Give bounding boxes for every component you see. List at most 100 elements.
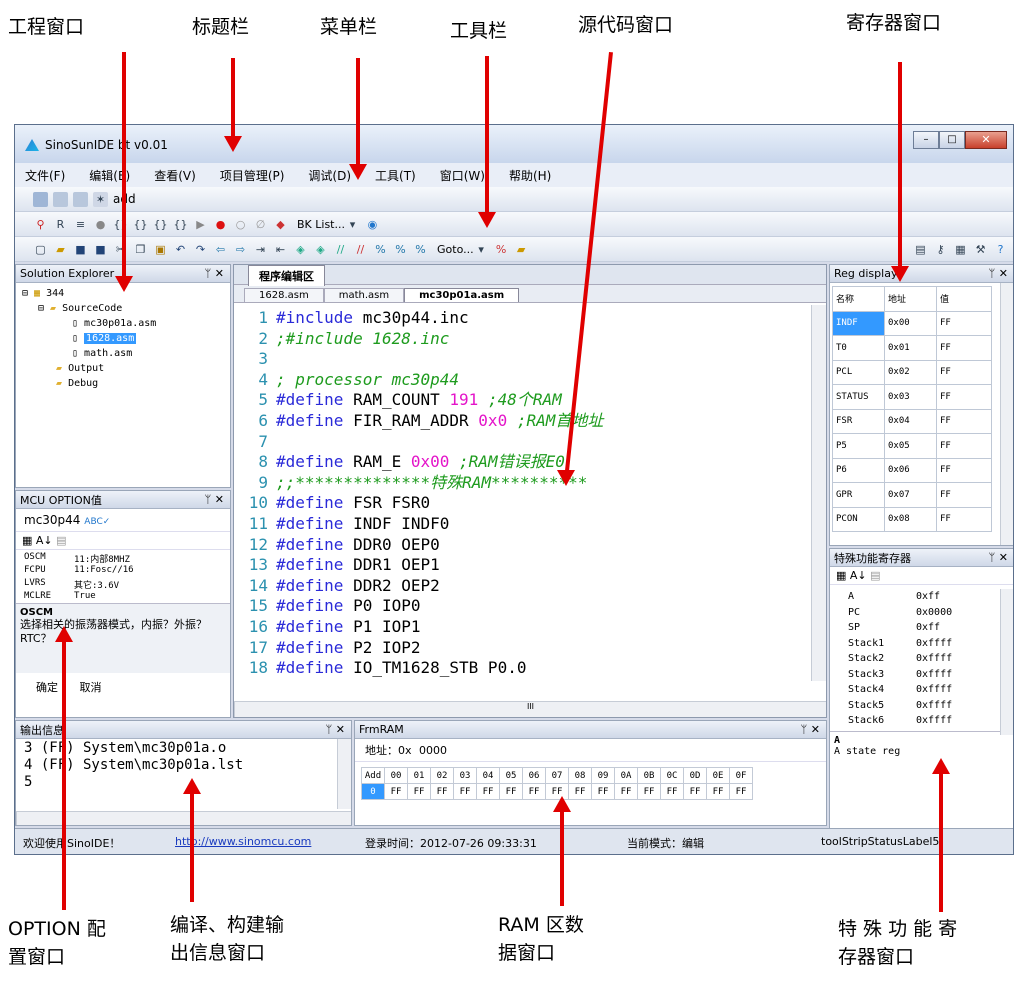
help-icon[interactable]: ? bbox=[993, 242, 1008, 257]
code-line[interactable]: 8 #define RAM_E 0x00 ;RAM错误报E0 bbox=[234, 452, 812, 473]
tree-item-mc30p01a[interactable]: ▯ mc30p01a.asm bbox=[22, 316, 224, 331]
step-out-icon[interactable]: {} bbox=[153, 217, 168, 232]
code-line[interactable]: 9 ;;**************特殊RAM********** bbox=[234, 473, 812, 494]
code-line[interactable]: 3 bbox=[234, 349, 812, 370]
code-line[interactable]: 12 #define DDR0 OEP0 bbox=[234, 535, 812, 556]
reg-row[interactable]: P6 0x06 FF bbox=[832, 457, 992, 483]
sfr-row[interactable]: Stack4 0xffff bbox=[848, 682, 1013, 698]
option-row[interactable]: MCLRE True bbox=[24, 591, 222, 601]
code-line[interactable]: 17 #define P2 IOP2 bbox=[234, 638, 812, 659]
menu-tools[interactable]: 工具(T) bbox=[375, 167, 416, 184]
ram-cell[interactable]: FF bbox=[453, 783, 477, 800]
open-folder-icon[interactable]: ▰ bbox=[53, 242, 68, 257]
wand-icon[interactable]: ✶ bbox=[93, 191, 108, 207]
ram-cell[interactable]: FF bbox=[614, 783, 638, 800]
code-line[interactable]: 10 #define FSR FSR0 bbox=[234, 493, 812, 514]
paste-icon[interactable]: ▣ bbox=[153, 242, 168, 257]
ram-cell[interactable]: FF bbox=[476, 783, 500, 800]
mcu-option-pin-close[interactable]: ᛘ ✕ bbox=[205, 493, 224, 506]
chip-selector[interactable]: mc30p44 ABC✓ bbox=[16, 509, 230, 532]
ram-cell[interactable]: FF bbox=[430, 783, 454, 800]
reg-row[interactable]: P5 0x05 FF bbox=[832, 433, 992, 459]
pin-close-icons[interactable]: ᛘ ✕ bbox=[205, 267, 224, 280]
reg-vscroll[interactable] bbox=[1000, 283, 1013, 545]
reset-icon[interactable]: R bbox=[53, 217, 68, 232]
list-icon[interactable]: ≡ bbox=[73, 217, 88, 232]
sfr-pin-close[interactable]: ᛘ ✕ bbox=[989, 551, 1008, 564]
link-icon[interactable]: ∅ bbox=[253, 217, 268, 232]
goto-clear-icon[interactable]: % bbox=[494, 242, 509, 257]
ram-cell[interactable]: 0 bbox=[361, 783, 385, 800]
tree-item-math[interactable]: ▯ math.asm bbox=[22, 346, 224, 361]
copy-icon[interactable]: ❐ bbox=[133, 242, 148, 257]
menu-window[interactable]: 窗口(W) bbox=[440, 167, 485, 184]
option-row[interactable]: LVRS 其它:3.6V bbox=[24, 578, 222, 591]
output-vscroll[interactable] bbox=[337, 739, 351, 809]
ram-cell[interactable]: FF bbox=[591, 783, 615, 800]
save-all-icon[interactable]: ■ bbox=[93, 242, 108, 257]
file-tab-1628[interactable]: 1628.asm bbox=[244, 288, 324, 302]
bookmark-icon[interactable]: ◈ bbox=[293, 242, 308, 257]
key-icon[interactable]: ⚷ bbox=[933, 242, 948, 257]
reg-row[interactable]: GPR 0x07 FF bbox=[832, 482, 992, 508]
ram-cell[interactable]: FF bbox=[407, 783, 431, 800]
folder-icon[interactable]: ▰ bbox=[514, 242, 529, 257]
code-line[interactable]: 11 #define INDF INDF0 bbox=[234, 514, 812, 535]
sfr-row[interactable]: Stack1 0xffff bbox=[848, 636, 1013, 652]
code-line[interactable]: 13 #define DDR1 OEP1 bbox=[234, 555, 812, 576]
sfr-sort-icon[interactable]: A↓ bbox=[850, 569, 867, 582]
sfr-categorized-icon[interactable]: ▦ bbox=[836, 569, 846, 582]
tree-item-output[interactable]: ▰ Output bbox=[22, 361, 224, 376]
region-tab[interactable]: 程序编辑区 bbox=[248, 265, 325, 286]
format2-icon[interactable]: % bbox=[393, 242, 408, 257]
tree-item-debug[interactable]: ▰ Debug bbox=[22, 376, 224, 391]
grid-icon[interactable] bbox=[73, 191, 88, 207]
indent-icon[interactable]: ⇥ bbox=[253, 242, 268, 257]
step-over-icon[interactable]: {} bbox=[133, 217, 148, 232]
option-row[interactable]: FCPU 11:Fosc//16 bbox=[24, 565, 222, 578]
code-line[interactable]: 16 #define P1 IOP1 bbox=[234, 617, 812, 638]
forward-icon[interactable]: ⇨ bbox=[233, 242, 248, 257]
ram-address-input[interactable]: 0000 bbox=[419, 744, 447, 757]
code-line[interactable]: 7 bbox=[234, 432, 812, 453]
breakpoint-empty-icon[interactable]: ○ bbox=[233, 217, 248, 232]
code-line[interactable]: 4; processor mc30p44 bbox=[234, 370, 812, 391]
sort-az-icon[interactable]: A↓ bbox=[36, 534, 53, 547]
run-to-icon[interactable]: {} bbox=[173, 217, 188, 232]
ram-cell[interactable]: FF bbox=[729, 783, 753, 800]
reg-row[interactable]: PCON 0x08 FF bbox=[832, 506, 992, 532]
code-line[interactable]: 2 ;#include 1628.inc bbox=[234, 329, 812, 350]
outdent-icon[interactable]: ⇤ bbox=[273, 242, 288, 257]
bk-list-dropdown[interactable]: BK List... bbox=[297, 218, 345, 231]
ram-cell[interactable]: FF bbox=[706, 783, 730, 800]
print-icon[interactable]: ▤ bbox=[913, 242, 928, 257]
sfr-page-icon[interactable]: ▤ bbox=[870, 569, 880, 582]
sfr-row[interactable]: Stack5 0xffff bbox=[848, 698, 1013, 714]
comment-icon[interactable]: // bbox=[333, 242, 348, 257]
format3-icon[interactable]: % bbox=[413, 242, 428, 257]
sfr-row[interactable]: A 0xff bbox=[848, 589, 1013, 605]
minimize-button[interactable]: – bbox=[913, 131, 939, 149]
sfr-vscroll[interactable] bbox=[1000, 589, 1013, 735]
ram-cell[interactable]: FF bbox=[683, 783, 707, 800]
reg-pin-close[interactable]: ᛘ ✕ bbox=[989, 267, 1008, 280]
reg-row[interactable]: FSR 0x04 FF bbox=[832, 408, 992, 434]
file-tab-math[interactable]: math.asm bbox=[323, 288, 405, 302]
goto-dropdown[interactable]: Goto... bbox=[437, 243, 474, 256]
redo-icon[interactable]: ↷ bbox=[193, 242, 208, 257]
reg-row[interactable]: STATUS 0x03 FF bbox=[832, 384, 992, 410]
goto-chevron-icon[interactable]: ▾ bbox=[474, 242, 489, 257]
close-button[interactable]: ✕ bbox=[965, 131, 1007, 149]
output-hscroll[interactable] bbox=[16, 811, 351, 825]
back-icon[interactable]: ⇦ bbox=[213, 242, 228, 257]
settings-icon[interactable]: ⚒ bbox=[973, 242, 988, 257]
ram-cell[interactable]: FF bbox=[660, 783, 684, 800]
new-file-icon[interactable]: ▢ bbox=[33, 242, 48, 257]
ram-cell[interactable]: FF bbox=[522, 783, 546, 800]
clear-breakpoints-icon[interactable]: ◆ bbox=[273, 217, 288, 232]
chevron-down-icon[interactable]: ▾ bbox=[345, 217, 360, 232]
ok-button[interactable]: 确定 bbox=[36, 681, 58, 694]
editor-vscroll[interactable] bbox=[811, 305, 826, 681]
image-icon[interactable] bbox=[53, 191, 68, 207]
reg-row[interactable]: T0 0x01 FF bbox=[832, 335, 992, 361]
